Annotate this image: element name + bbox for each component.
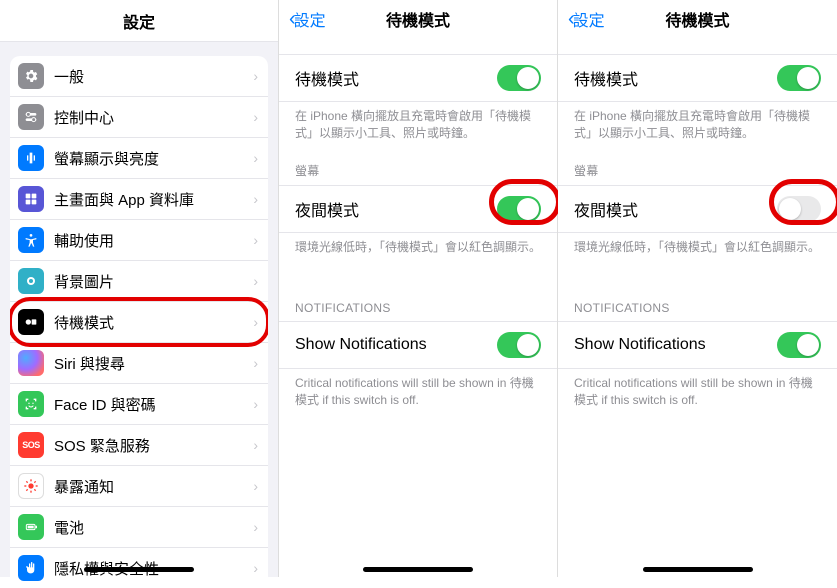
standby-toggle-label: 待機模式 [574, 66, 777, 90]
notifications-label: Show Notifications [295, 336, 497, 354]
standby-note: 在 iPhone 橫向擺放且充電時會啟用「待機模式」以顯示小工具、照片或時鐘。 [558, 102, 837, 142]
privacy-icon [18, 555, 44, 581]
home-indicator[interactable] [643, 567, 753, 572]
settings-list: 一般 › 控制中心 › 螢幕顯示與亮度 › 主畫面與 App 資料庫 › [10, 56, 268, 588]
night-mode-toggle[interactable] [777, 196, 821, 222]
row-control-center[interactable]: 控制中心 › [10, 97, 268, 138]
notifications-row: Show Notifications [558, 321, 837, 369]
row-label: 輔助使用 [54, 230, 253, 251]
row-label: 電池 [54, 517, 253, 538]
grid-icon [18, 186, 44, 212]
row-label: Face ID 與密碼 [54, 394, 253, 415]
night-mode-row: 夜間模式 [558, 185, 837, 233]
chevron-right-icon: › [253, 150, 258, 166]
chevron-right-icon: › [253, 68, 258, 84]
siri-icon [18, 350, 44, 376]
notifications-header: NOTIFICATIONS [279, 255, 557, 321]
battery-icon [18, 514, 44, 540]
nav-header: ‹ 設定 待機模式 [558, 0, 837, 38]
row-label: Siri 與搜尋 [54, 353, 253, 374]
faceid-icon [18, 391, 44, 417]
row-accessibility[interactable]: 輔助使用 › [10, 220, 268, 261]
row-standby[interactable]: 待機模式 › [10, 302, 268, 343]
sos-icon: SOS [18, 432, 44, 458]
row-label: 主畫面與 App 資料庫 [54, 189, 253, 210]
exposure-icon [18, 473, 44, 499]
chevron-right-icon: › [253, 437, 258, 453]
back-label: 設定 [294, 7, 326, 31]
notifications-note: Critical notifications will still be sho… [279, 369, 557, 409]
back-button[interactable]: ‹ 設定 [568, 7, 605, 31]
row-display[interactable]: 螢幕顯示與亮度 › [10, 138, 268, 179]
chevron-right-icon: › [253, 314, 258, 330]
display-header: 螢幕 [558, 142, 837, 185]
display-header: 螢幕 [279, 142, 557, 185]
night-mode-label: 夜間模式 [574, 197, 777, 221]
back-label: 設定 [573, 7, 605, 31]
night-mode-toggle[interactable] [497, 196, 541, 222]
standby-toggle[interactable] [497, 65, 541, 91]
row-label: 螢幕顯示與亮度 [54, 148, 253, 169]
wallpaper-icon [18, 268, 44, 294]
notifications-header: NOTIFICATIONS [558, 255, 837, 321]
chevron-right-icon: › [253, 478, 258, 494]
row-label: 暴露通知 [54, 476, 253, 497]
switches-icon [18, 104, 44, 130]
standby-icon [18, 309, 44, 335]
chevron-right-icon: › [253, 560, 258, 576]
nav-header: ‹ 設定 待機模式 [279, 0, 557, 38]
row-label: 控制中心 [54, 107, 253, 128]
brightness-icon [18, 145, 44, 171]
notifications-label: Show Notifications [574, 336, 777, 354]
notifications-row: Show Notifications [279, 321, 557, 369]
notifications-toggle[interactable] [497, 332, 541, 358]
chevron-right-icon: › [253, 191, 258, 207]
standby-note: 在 iPhone 橫向擺放且充電時會啟用「待機模式」以顯示小工具、照片或時鐘。 [279, 102, 557, 142]
row-label: 待機模式 [54, 312, 253, 333]
chevron-right-icon: › [253, 519, 258, 535]
settings-title: 設定 [0, 0, 278, 42]
settings-list-panel: 設定 一般 › 控制中心 › 螢幕顯示與亮度 › [0, 0, 279, 577]
notifications-toggle[interactable] [777, 332, 821, 358]
row-sos[interactable]: SOS SOS 緊急服務 › [10, 425, 268, 466]
notifications-note: Critical notifications will still be sho… [558, 369, 837, 409]
standby-panel-night-off: ‹ 設定 待機模式 待機模式 在 iPhone 橫向擺放且充電時會啟用「待機模式… [558, 0, 837, 577]
row-exposure[interactable]: 暴露通知 › [10, 466, 268, 507]
row-wallpaper[interactable]: 背景圖片 › [10, 261, 268, 302]
chevron-right-icon: › [253, 232, 258, 248]
accessibility-icon [18, 227, 44, 253]
row-siri[interactable]: Siri 與搜尋 › [10, 343, 268, 384]
chevron-right-icon: › [253, 355, 258, 371]
back-button[interactable]: ‹ 設定 [289, 7, 326, 31]
row-battery[interactable]: 電池 › [10, 507, 268, 548]
row-faceid[interactable]: Face ID 與密碼 › [10, 384, 268, 425]
standby-toggle-row: 待機模式 [558, 54, 837, 102]
chevron-right-icon: › [253, 396, 258, 412]
night-mode-row: 夜間模式 [279, 185, 557, 233]
gear-icon [18, 63, 44, 89]
row-general[interactable]: 一般 › [10, 56, 268, 97]
row-label: 背景圖片 [54, 271, 253, 292]
standby-toggle-row: 待機模式 [279, 54, 557, 102]
row-label: 一般 [54, 66, 253, 87]
night-mode-note: 環境光線低時，「待機模式」會以紅色調顯示。 [279, 233, 557, 256]
standby-panel-night-on: ‹ 設定 待機模式 待機模式 在 iPhone 橫向擺放且充電時會啟用「待機模式… [279, 0, 558, 577]
night-mode-note: 環境光線低時，「待機模式」會以紅色調顯示。 [558, 233, 837, 256]
standby-toggle[interactable] [777, 65, 821, 91]
standby-toggle-label: 待機模式 [295, 66, 497, 90]
night-mode-label: 夜間模式 [295, 197, 497, 221]
row-label: SOS 緊急服務 [54, 435, 253, 456]
row-home-screen[interactable]: 主畫面與 App 資料庫 › [10, 179, 268, 220]
home-indicator[interactable] [84, 567, 194, 572]
chevron-right-icon: › [253, 109, 258, 125]
home-indicator[interactable] [363, 567, 473, 572]
chevron-right-icon: › [253, 273, 258, 289]
